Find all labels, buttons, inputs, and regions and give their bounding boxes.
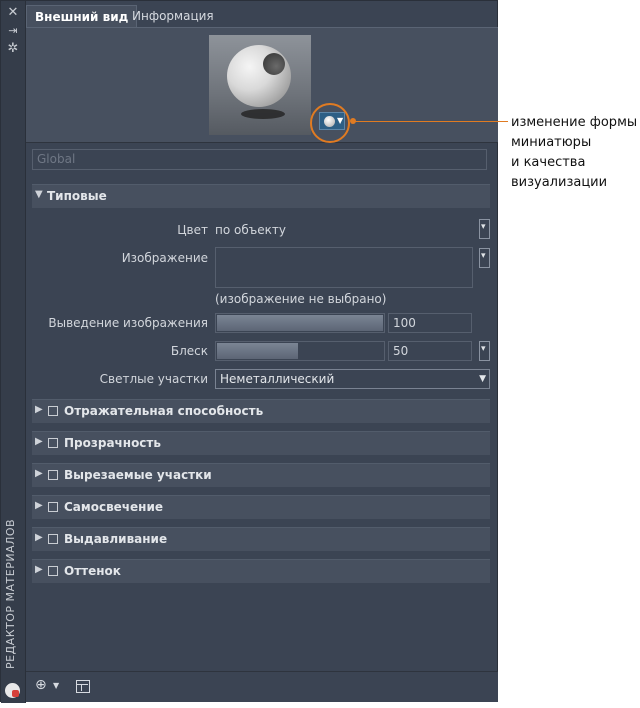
gloss-dropdown-button[interactable] [479,341,490,361]
material-browser-icon[interactable] [76,680,90,693]
gloss-slider-fill [217,343,298,359]
sphere-shadow [241,109,285,119]
callout-line-4: визуализации [511,175,608,190]
image-fade-slider[interactable] [215,313,385,333]
chevron-down-icon: ▼ [479,374,486,384]
tab-information[interactable]: Информация [124,5,222,27]
collapsed-triangle-icon: ▶ [35,564,43,575]
image-fade-input[interactable]: 100 [388,313,472,333]
material-editor-window: ✕ ⇥ ✲ РЕДАКТОР МАТЕРИАЛОВ Внешний вид Ин… [0,0,498,703]
section-generic[interactable]: ▼ Типовые [32,184,490,208]
section-label: Оттенок [64,564,121,578]
expanded-triangle-icon: ▼ [35,189,43,200]
callout-line-2: миниатюры [511,135,592,150]
main-panel: Внешний вид Информация ▼ Global ▼ Типовы… [26,1,498,703]
section-checkbox[interactable] [48,534,58,544]
chevron-down-icon[interactable]: ▼ [53,681,59,701]
material-name-field[interactable]: Global [32,149,487,170]
settings-icon[interactable]: ✲ [6,42,20,56]
collapsed-triangle-icon: ▶ [35,436,43,447]
sphere-hole [263,53,285,75]
highlights-select-value: Неметаллический [220,372,335,386]
section-checkbox[interactable] [48,502,58,512]
section-label: Самосвечение [64,500,164,514]
dock-toggle-icon[interactable]: ⇥ [6,24,20,38]
section-cutouts[interactable]: ▶ Вырезаемые участки [32,463,490,487]
gloss-slider[interactable] [215,341,385,361]
section-checkbox[interactable] [48,438,58,448]
image-fade-slider-fill [217,315,383,331]
section-checkbox[interactable] [48,406,58,416]
collapsed-triangle-icon: ▶ [35,532,43,543]
section-generic-label: Типовые [47,189,107,203]
callout-line-1: изменение формы [511,115,638,130]
highlights-select[interactable]: Неметаллический ▼ [215,369,490,389]
callout-line-3: и качества [511,155,586,170]
section-bump[interactable]: ▶ Выдавливание [32,527,490,551]
highlights-label: Светлые участки [99,372,208,386]
tab-appearance[interactable]: Внешний вид [26,5,138,28]
section-reflectivity[interactable]: ▶ Отражательная способность [32,399,490,423]
image-fade-label: Выведение изображения [48,316,208,330]
callout-highlight-ring [310,103,350,143]
image-label: Изображение [121,251,208,265]
image-dropdown-button[interactable] [479,248,490,268]
app-logo-icon [5,683,20,698]
color-label: Цвет [177,223,208,237]
section-checkbox[interactable] [48,566,58,576]
gloss-input[interactable]: 50 [388,341,472,361]
collapsed-triangle-icon: ▶ [35,500,43,511]
gloss-label: Блеск [170,344,208,358]
bottom-toolbar: ⊕ ▼ [26,671,498,702]
section-transparency[interactable]: ▶ Прозрачность [32,431,490,455]
window-title: РЕДАКТОР МАТЕРИАЛОВ [4,518,17,669]
material-thumbnail [209,35,311,135]
collapsed-triangle-icon: ▶ [35,468,43,479]
section-self-illumination[interactable]: ▶ Самосвечение [32,495,490,519]
tab-bar: Внешний вид Информация [26,5,498,28]
section-label: Выдавливание [64,532,168,546]
section-label: Вырезаемые участки [64,468,212,482]
color-dropdown-button[interactable] [479,219,490,239]
close-icon[interactable]: ✕ [6,6,20,20]
sphere-preview [227,45,291,107]
image-slot[interactable] [215,247,473,288]
side-strip: ✕ ⇥ ✲ РЕДАКТОР МАТЕРИАЛОВ [1,1,26,703]
callout-text: изменение формы миниатюры и качества виз… [511,113,639,193]
material-preview-area: ▼ [26,27,498,143]
section-label: Прозрачность [64,436,161,450]
section-tint[interactable]: ▶ Оттенок [32,559,490,583]
image-none-text: (изображение не выбрано) [215,292,387,306]
section-label: Отражательная способность [64,404,264,418]
section-checkbox[interactable] [48,470,58,480]
color-value[interactable]: по объекту [215,223,286,237]
callout-line [352,121,508,122]
collapsed-triangle-icon: ▶ [35,404,43,415]
create-material-icon[interactable]: ⊕ [35,677,47,697]
